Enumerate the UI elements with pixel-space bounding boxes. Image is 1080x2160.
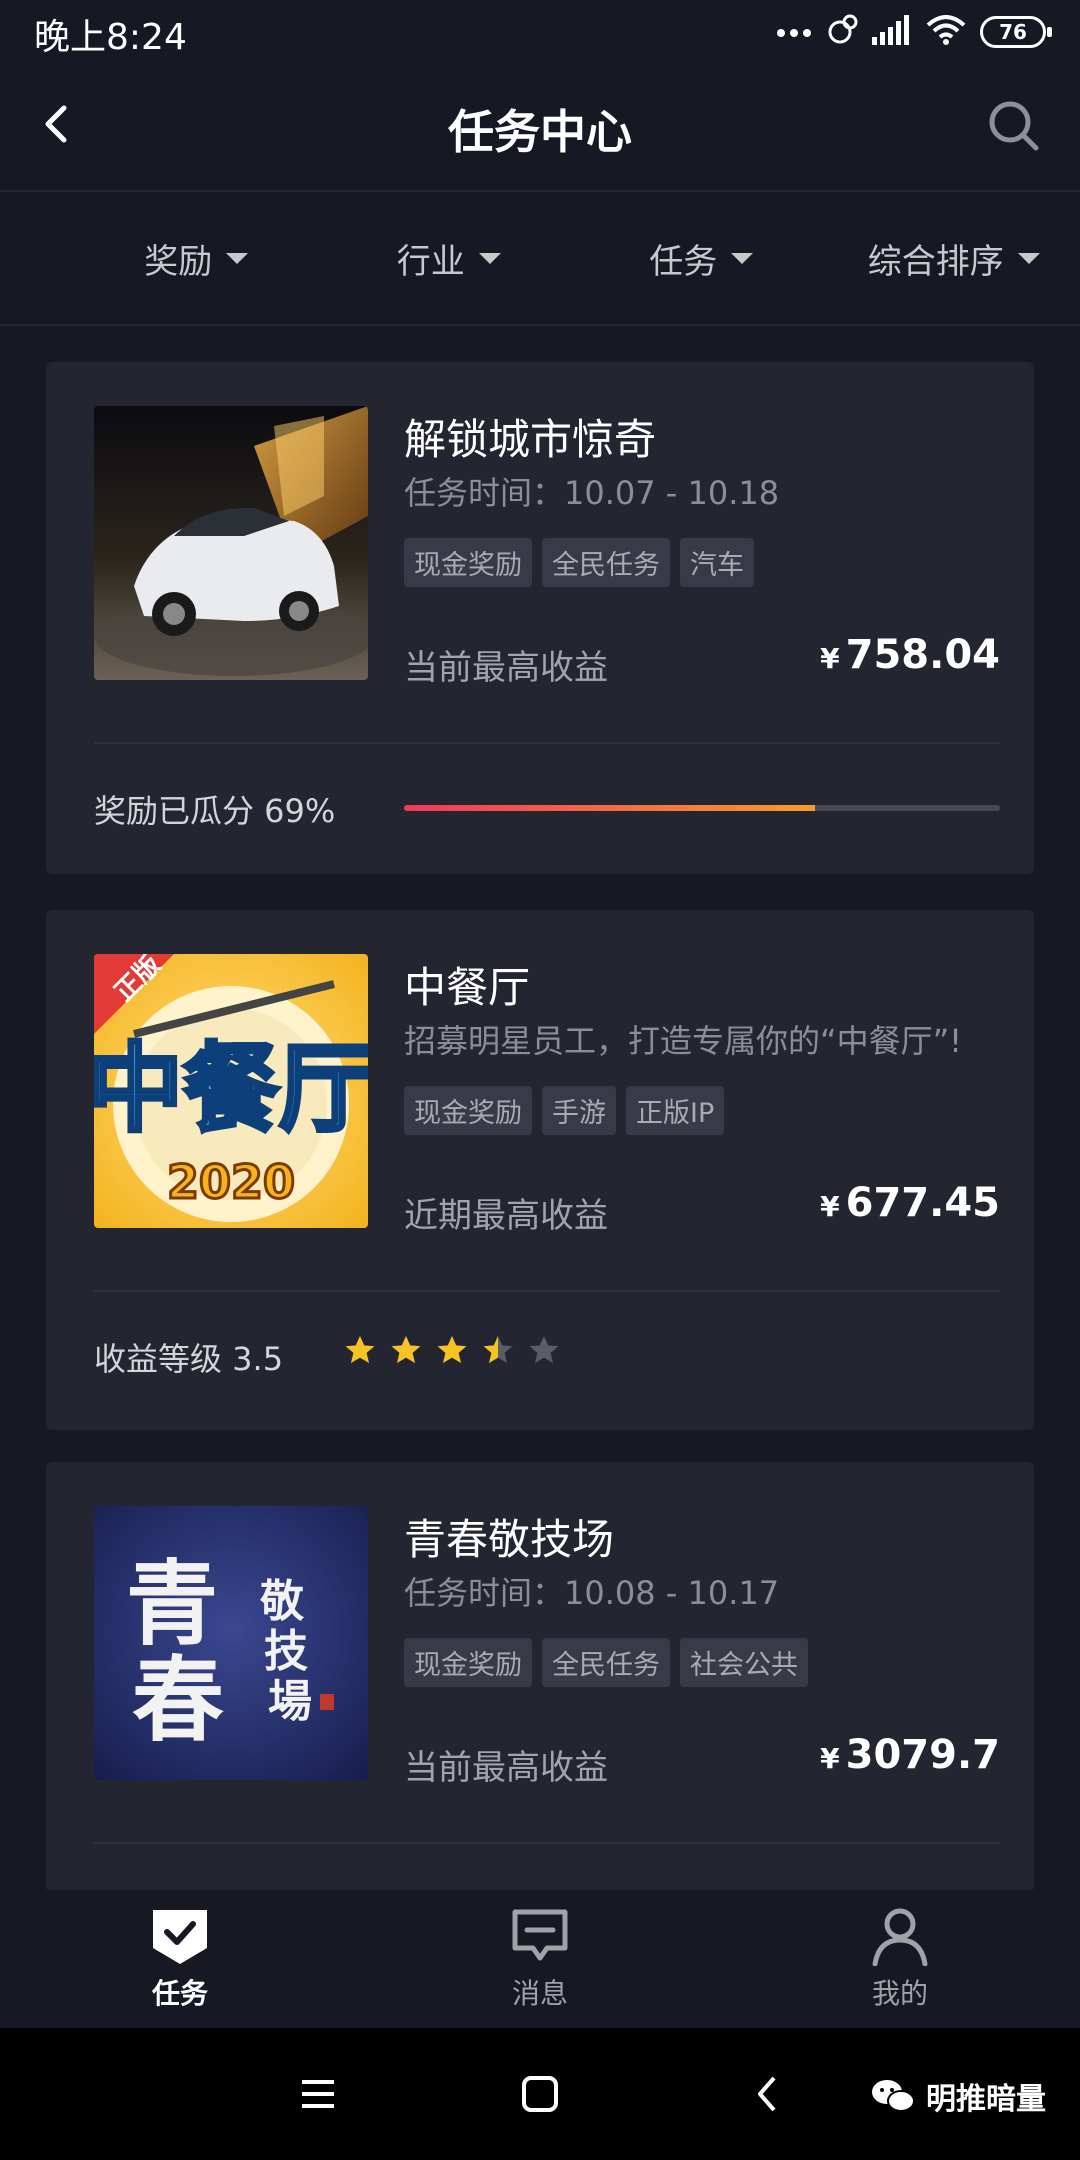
svg-text:2020: 2020 xyxy=(167,1155,295,1209)
filter-bar: 奖励 行业 任务 综合排序 xyxy=(0,192,1080,326)
task-tags: 现金奖励 全民任务 社会公共 xyxy=(404,1638,808,1687)
filter-task[interactable]: 任务 xyxy=(575,192,828,324)
tag: 社会公共 xyxy=(680,1638,808,1687)
task-card[interactable]: 青 春 敬 技 場 青春敬技场 任务时间：10.08 - 10.17 现金奖励 … xyxy=(46,1462,1034,1892)
tag: 全民任务 xyxy=(542,538,670,587)
earnings-label: 当前最高收益 xyxy=(404,1748,608,1788)
wechat-icon xyxy=(872,2080,915,2112)
star-icon xyxy=(482,1334,514,1366)
tab-profile[interactable]: 我的 xyxy=(720,1890,1080,2026)
menu-icon xyxy=(302,2080,334,2108)
star-icon xyxy=(436,1334,468,1366)
more-dots-icon xyxy=(776,23,812,42)
battery-icon: 76 xyxy=(980,16,1052,48)
page-title: 任务中心 xyxy=(448,105,632,159)
earnings-label: 当前最高收益 xyxy=(404,648,608,688)
earnings-value: ¥758.04 xyxy=(820,632,1000,678)
task-tags: 现金奖励 手游 正版IP xyxy=(404,1086,725,1135)
tag: 现金奖励 xyxy=(404,1638,532,1687)
system-nav-bar: 明推暗量 xyxy=(0,2028,1080,2160)
task-thumbnail: 青 春 敬 技 場 xyxy=(94,1506,368,1780)
chevron-left-icon xyxy=(758,2076,776,2112)
svg-text:青: 青 xyxy=(126,1551,218,1658)
task-title: 青春敬技场 xyxy=(404,1515,615,1564)
earnings-value: ¥3079.7 xyxy=(820,1732,1000,1778)
home-button[interactable] xyxy=(518,2072,562,2116)
filter-industry[interactable]: 行业 xyxy=(323,192,576,324)
tag: 现金奖励 xyxy=(404,1086,532,1135)
caret-down-icon xyxy=(731,252,754,264)
profile-icon xyxy=(872,1908,928,1966)
tab-task[interactable]: 任务 xyxy=(0,1890,360,2026)
task-tags: 现金奖励 全民任务 汽车 xyxy=(404,538,754,587)
filter-reward[interactable]: 奖励 xyxy=(0,192,323,324)
tag: 全民任务 xyxy=(542,1638,670,1687)
divider xyxy=(94,742,1000,744)
search-icon xyxy=(989,101,1039,151)
status-time: 晚上8:24 xyxy=(34,17,187,58)
task-thumbnail xyxy=(94,406,368,680)
tab-label: 任务 xyxy=(151,1977,208,2010)
home-square-icon xyxy=(522,2076,558,2112)
search-button[interactable] xyxy=(984,96,1044,156)
svg-text:技: 技 xyxy=(264,1626,308,1677)
task-description: 招募明星员工，打造专属你的“中餐厅”! xyxy=(404,1022,962,1060)
star-icon xyxy=(390,1334,422,1366)
task-time: 任务时间：10.08 - 10.17 xyxy=(404,1574,780,1612)
task-thumbnail: 中餐厅 2020 正版 xyxy=(94,954,368,1228)
progress-fill xyxy=(404,805,816,811)
svg-text:春: 春 xyxy=(132,1647,224,1754)
tab-label: 我的 xyxy=(871,1977,928,2010)
task-icon xyxy=(153,1910,207,1964)
bottom-tab-bar: 任务 消息 我的 xyxy=(0,1890,1080,2026)
message-icon xyxy=(512,1909,568,1961)
svg-text:敬: 敬 xyxy=(259,1576,305,1627)
earnings-label: 近期最高收益 xyxy=(404,1196,608,1236)
caret-down-icon xyxy=(478,252,501,264)
svg-text:中餐厅: 中餐厅 xyxy=(94,1033,368,1145)
caret-down-icon xyxy=(1017,252,1040,264)
star-icon xyxy=(528,1334,560,1366)
tab-messages[interactable]: 消息 xyxy=(360,1890,720,2026)
reward-progress-label: 奖励已瓜分 69% xyxy=(94,792,336,830)
watermark: 明推暗量 xyxy=(870,2074,1046,2118)
wifi-icon xyxy=(926,15,966,49)
tag: 汽车 xyxy=(680,538,754,587)
task-card[interactable]: 解锁城市惊奇 任务时间：10.07 - 10.18 现金奖励 全民任务 汽车 当… xyxy=(46,362,1034,874)
system-back-button[interactable] xyxy=(746,2072,790,2116)
tab-label: 消息 xyxy=(511,1977,568,2010)
rating-stars xyxy=(344,1334,560,1366)
task-title: 中餐厅 xyxy=(404,963,531,1012)
task-time: 任务时间：10.07 - 10.18 xyxy=(404,474,780,512)
recent-apps-button[interactable] xyxy=(296,2072,340,2116)
caret-down-icon xyxy=(226,252,249,264)
sync-icon xyxy=(826,14,858,50)
svg-text:場: 場 xyxy=(268,1676,312,1727)
divider xyxy=(94,1842,1000,1844)
tag: 手游 xyxy=(542,1086,616,1135)
tag: 现金奖励 xyxy=(404,538,532,587)
task-title: 解锁城市惊奇 xyxy=(404,415,657,464)
filter-sort[interactable]: 综合排序 xyxy=(828,192,1080,324)
reward-progress-bar xyxy=(404,805,1000,811)
earnings-value: ¥677.45 xyxy=(820,1180,1000,1226)
divider xyxy=(94,1290,1000,1292)
status-icons: 76 xyxy=(776,14,1052,50)
signal-icon xyxy=(872,15,912,49)
rating-label: 收益等级 3.5 xyxy=(94,1340,284,1378)
star-icon xyxy=(344,1334,376,1366)
status-bar: 晚上8:24 76 xyxy=(0,0,1080,66)
task-card[interactable]: 中餐厅 2020 正版 中餐厅 招募明星员工，打造专属你的“中餐厅”! 现金奖励… xyxy=(46,910,1034,1430)
tag: 正版IP xyxy=(626,1086,725,1135)
nav-bar: 任务中心 xyxy=(0,66,1080,192)
